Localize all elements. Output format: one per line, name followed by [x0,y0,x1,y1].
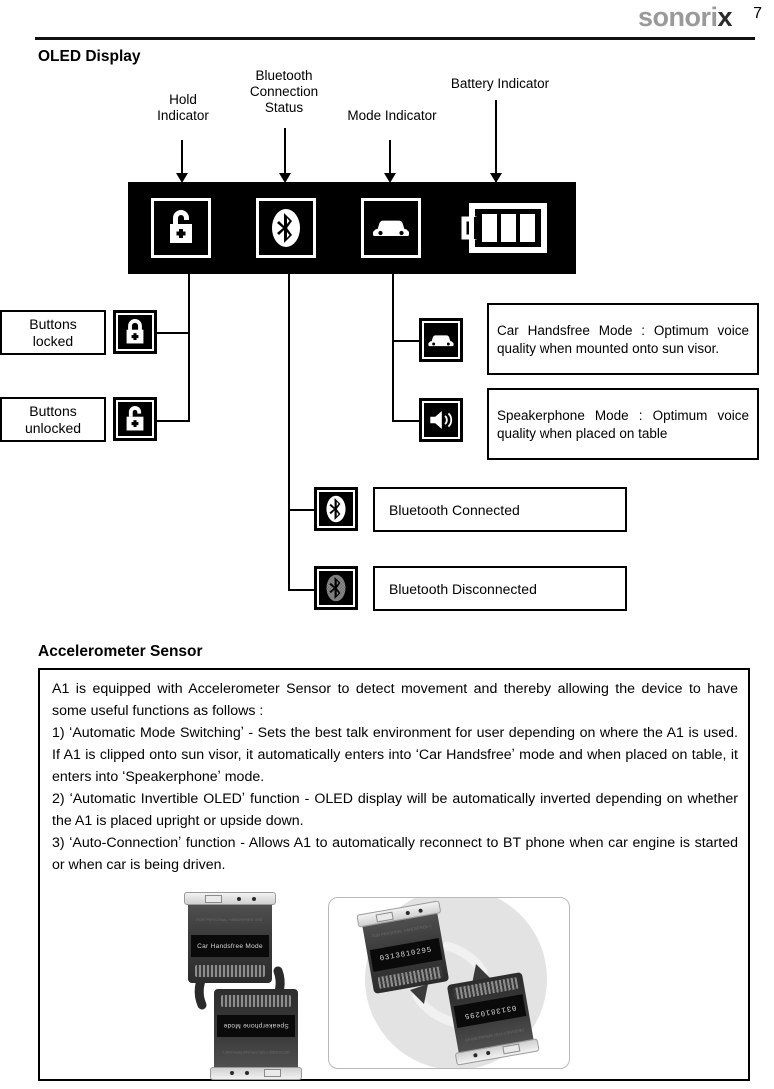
legend-buttons-locked-line2: locked [32,332,74,349]
connector-bluetooth-disconnected [288,589,314,591]
device-led-1 [244,1071,249,1075]
accelerometer-text: A1 is equipped with Accelerometer Sensor… [52,678,738,876]
accelerometer-paragraph-intro: A1 is equipped with Accelerometer Sensor… [52,681,738,719]
oled-battery-icon [458,196,550,260]
legend-padlock-unlocked-icon [113,397,157,441]
legend-buttons-locked-line1: Buttons [29,315,77,332]
arrow-hold-indicator [176,140,188,183]
callout-hold-line1: Hold [169,92,197,107]
callout-hold-indicator: Hold Indicator [140,92,226,124]
device-switch [204,895,222,903]
arrow-bluetooth-status [279,128,291,183]
accelerometer-paragraph-1: 1) ʻAutomatic Mode Switchingʼ - Sets the… [52,725,738,785]
device-led-2 [230,1071,235,1075]
callout-bt-line2: Connection [249,84,319,99]
device-faint-text: DESIGNED FOR SPEAKERPHONE CONVERSATION [222,1050,290,1055]
callout-bt-line1: Bluetooth [255,68,313,83]
legend-buttons-unlocked-line2: unlocked [24,419,82,436]
device-led-2 [417,908,423,914]
device-upside-down: DESIGNED FOR SPEAKERPHONE USE 0313810295 [446,971,540,1066]
page-number: 7 [753,5,762,22]
legend-speaker-mode-description-box: Speakerphone Mode : Optimum voice qualit… [487,388,759,460]
callout-bt-line3: Status [264,100,304,115]
callout-battery-indicator: Battery Indicator [432,76,568,92]
manual-page: sonorix 7 OLED Display Hold Indicator Bl… [0,0,774,1089]
device-upright: FOR PERSONAL HANDSFREE USE ONLY 03138102… [356,900,450,995]
oled-bluetooth-icon [256,198,316,258]
device-led-2 [473,1052,479,1058]
legend-bluetooth-connected-icon [314,487,358,531]
connector-mode-car [392,340,419,342]
legend-car-icon [419,318,463,362]
device-switch [264,1069,282,1077]
device-screen: Speakerphone Mode [217,1015,295,1037]
accelerometer-paragraph-2: 2) ʻAutomatic Invertible OLEDʼ function … [52,791,738,829]
device-speaker-grill [194,965,266,977]
legend-bluetooth-disconnected-label: Bluetooth Disconnected [389,580,537,597]
device-faint-text: FOR PERSONAL HANDSFREE USE ONLY [196,917,263,922]
legend-buttons-locked-box: Buttons locked [0,310,106,355]
device-screen: Car Handsfree Mode [191,935,269,957]
device-clip-top [184,892,276,905]
connector-bluetooth-vertical [288,274,290,590]
accelerometer-paragraph-3: 3) ʻAuto-Connectionʼ function - Allows A… [52,835,738,873]
device-led-1 [405,910,410,916]
device-speaker-grill [220,995,292,1007]
oled-padlock-unlocked-icon [151,198,211,258]
arrow-mode-indicator [384,140,396,183]
legend-car-mode-description: Car Handsfree Mode : Optimum voice quali… [497,323,749,356]
connector-hold-vertical [188,274,190,422]
connector-bluetooth-connected [288,509,314,511]
callout-mode-label: Mode Indicator [347,108,437,123]
device-clip-top [210,1067,302,1080]
connector-hold-locked [155,332,190,334]
connector-mode-vertical [392,274,394,421]
section-title-oled: OLED Display [38,48,141,65]
legend-bluetooth-disconnected-box: Bluetooth Disconnected [373,566,627,611]
callout-bluetooth-status: Bluetooth Connection Status [238,68,330,116]
device-led-1 [237,897,242,901]
connector-hold-unlocked [155,420,190,422]
oled-display-panel [128,182,576,274]
callout-hold-line2: Indicator [157,108,209,123]
callout-battery-label: Battery Indicator [450,76,550,91]
legend-speaker-mode-description: Speakerphone Mode : Optimum voice qualit… [497,408,749,441]
legend-bluetooth-connected-label: Bluetooth Connected [389,501,520,518]
brand-logo-x: x [717,2,732,32]
section-title-accelerometer: Accelerometer Sensor [38,643,203,660]
legend-speaker-icon [419,398,463,442]
device-car-handsfree: FOR PERSONAL HANDSFREE USE ONLY Car Hand… [184,892,276,983]
legend-car-mode-description-box: Car Handsfree Mode : Optimum voice quali… [487,303,759,375]
device-switch [502,1043,521,1055]
invertible-oled-figure: FOR PERSONAL HANDSFREE USE ONLY 03138102… [328,897,570,1069]
legend-bluetooth-connected-box: Bluetooth Connected [373,487,627,532]
legend-buttons-unlocked-line1: Buttons [29,402,77,419]
callout-mode-indicator: Mode Indicator [332,108,452,124]
device-speakerphone: DESIGNED FOR SPEAKERPHONE CONVERSATION S… [210,989,302,1080]
brand-logo-text: sonori [637,2,718,32]
legend-padlock-locked-icon [113,310,157,354]
mode-switching-figure: FOR PERSONAL HANDSFREE USE ONLY Car Hand… [172,892,316,1081]
oled-car-icon [361,198,421,258]
legend-bluetooth-disconnected-icon [314,566,358,610]
arrow-battery-indicator [490,100,502,183]
device-led-1 [486,1050,491,1056]
legend-buttons-unlocked-box: Buttons unlocked [0,397,106,442]
header-divider [35,37,755,40]
device-led-2 [251,897,256,901]
device-switch [375,911,394,923]
brand-logo: sonorix [637,2,733,33]
connector-mode-speaker [392,420,419,422]
